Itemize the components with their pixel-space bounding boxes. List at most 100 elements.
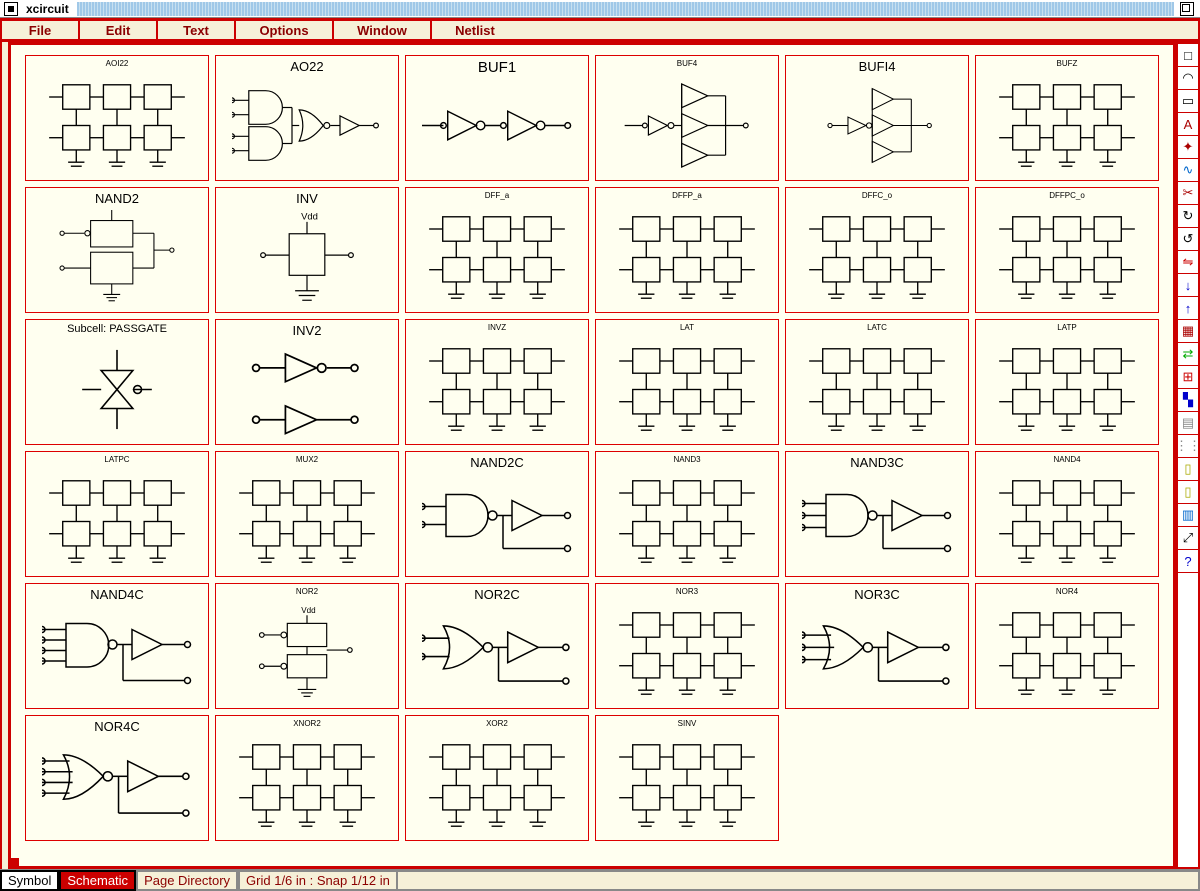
library-cell-nor2[interactable]: NOR2 [215, 583, 399, 709]
titlebar: xcircuit [0, 0, 1200, 18]
status-symbol-button[interactable]: Symbol [0, 870, 59, 891]
cell-schematic [28, 469, 206, 573]
cell-schematic [408, 205, 586, 309]
cell-schematic [598, 337, 776, 441]
cell-schematic [28, 601, 206, 705]
library-cell-aoi22[interactable]: AOI22 [25, 55, 209, 181]
library-cell-mux2[interactable]: MUX2 [215, 451, 399, 577]
page1-tool[interactable]: ▯ [1178, 458, 1198, 481]
flip-h-tool[interactable]: ⇋ [1178, 251, 1198, 274]
status-page-directory[interactable]: Page Directory [136, 870, 238, 891]
cell-label: INVZ [488, 323, 506, 337]
library-cell-nand4c[interactable]: NAND4C [25, 583, 209, 709]
library-cell-latp[interactable]: LATP [975, 319, 1159, 445]
library-cell-nor4[interactable]: NOR4 [975, 583, 1159, 709]
library-cell-nand3[interactable]: NAND3 [595, 451, 779, 577]
window-menu-icon[interactable] [4, 2, 18, 16]
palette-tool[interactable]: ▚ [1178, 389, 1198, 412]
library-cell-ao22[interactable]: AO22 [215, 55, 399, 181]
menu-edit[interactable]: Edit [78, 19, 158, 41]
library-cell-buf4[interactable]: BUF4 [595, 55, 779, 181]
star-tool[interactable]: ✦ [1178, 136, 1198, 159]
library-cell-inv2[interactable]: INV2 [215, 319, 399, 445]
tool-column: □◠▭A✦∿✂↻↺⇋↓↑▦⇄⊞▚▤⋮⋮▯▯▥⤢? [1176, 42, 1200, 869]
library-cell-bufi4[interactable]: BUFI4 [785, 55, 969, 181]
cell-schematic [218, 73, 396, 177]
maximize-icon[interactable] [1180, 2, 1194, 16]
arrow-up-tool[interactable]: ↑ [1178, 297, 1198, 320]
grid-tool[interactable]: ▤ [1178, 412, 1198, 435]
library-cell-nand3c[interactable]: NAND3C [785, 451, 969, 577]
cell-schematic [218, 733, 396, 837]
library-cell-nor3c[interactable]: NOR3C [785, 583, 969, 709]
library-cell-nor4c[interactable]: NOR4C [25, 715, 209, 841]
library-cell-dffc_o[interactable]: DFFC_o [785, 187, 969, 313]
library-cell-latpc[interactable]: LATPC [25, 451, 209, 577]
menu-file[interactable]: File [0, 19, 80, 41]
library-cell-xnor2[interactable]: XNOR2 [215, 715, 399, 841]
cell-label: LATP [1057, 323, 1076, 337]
menu-window[interactable]: Window [332, 19, 432, 41]
cell-schematic [28, 73, 206, 177]
text-tool[interactable]: A [1178, 113, 1198, 136]
library-cell-nor3[interactable]: NOR3 [595, 583, 779, 709]
library-cell-inv[interactable]: INV [215, 187, 399, 313]
cell-label: INV2 [293, 323, 322, 337]
statusbar: Symbol Schematic Page Directory Grid 1/6… [0, 869, 1200, 891]
library-cell-dffpc_o[interactable]: DFFPC_o [975, 187, 1159, 313]
library-cell-nand4[interactable]: NAND4 [975, 451, 1159, 577]
cell-label: DFFC_o [862, 191, 892, 205]
cell-schematic [408, 337, 586, 441]
status-schematic-button[interactable]: Schematic [59, 870, 136, 891]
cell-schematic [408, 469, 586, 573]
spline-tool[interactable]: ∿ [1178, 159, 1198, 182]
rotate-ccw-tool[interactable]: ↺ [1178, 228, 1198, 251]
cell-label: Subcell: PASSGATE [67, 323, 167, 337]
cell-label: BUFZ [1057, 59, 1078, 73]
book-tool[interactable]: ▥ [1178, 504, 1198, 527]
library-cell-subcellpassgate[interactable]: Subcell: PASSGATE [25, 319, 209, 445]
dots-tool[interactable]: ⋮⋮ [1178, 435, 1198, 458]
library-cell-invz[interactable]: INVZ [405, 319, 589, 445]
library-cell-xor2[interactable]: XOR2 [405, 715, 589, 841]
wire-tool[interactable]: □ [1178, 44, 1198, 67]
menubar-spacer [518, 19, 1200, 41]
menu-text[interactable]: Text [156, 19, 236, 41]
arc-tool[interactable]: ◠ [1178, 67, 1198, 90]
menu-options[interactable]: Options [234, 19, 334, 41]
cell-schematic [218, 337, 396, 441]
library-cell-nor2c[interactable]: NOR2C [405, 583, 589, 709]
library-cell-lat[interactable]: LAT [595, 319, 779, 445]
cell-schematic [28, 337, 206, 441]
group-tool[interactable]: ⊞ [1178, 366, 1198, 389]
zoom-tool[interactable]: ⤢ [1178, 527, 1198, 550]
library-cell-buf1[interactable]: BUF1 [405, 55, 589, 181]
box-tool[interactable]: ▭ [1178, 90, 1198, 113]
cell-schematic [598, 73, 776, 177]
help-tool[interactable]: ? [1178, 550, 1198, 573]
cell-schematic [408, 733, 586, 837]
library-cell-dffp_a[interactable]: DFFP_a [595, 187, 779, 313]
canvas[interactable]: AOI22AO22BUF1BUF4BUFI4BUFZNAND2INVDFF_aD… [8, 42, 1176, 869]
mirror-tool[interactable]: ⇄ [1178, 343, 1198, 366]
left-gutter [0, 42, 8, 869]
library-cell-nand2c[interactable]: NAND2C [405, 451, 589, 577]
page2-tool[interactable]: ▯ [1178, 481, 1198, 504]
library-cell-dff_a[interactable]: DFF_a [405, 187, 589, 313]
cell-schematic [978, 205, 1156, 309]
titlebar-stripe [77, 2, 1174, 16]
arrow-down-tool[interactable]: ↓ [1178, 274, 1198, 297]
cut-tool[interactable]: ✂ [1178, 182, 1198, 205]
origin-marker [9, 858, 19, 868]
cell-label: BUF1 [478, 59, 516, 73]
cell-label: AO22 [290, 59, 323, 73]
library-cell-nand2[interactable]: NAND2 [25, 187, 209, 313]
library-cell-latc[interactable]: LATC [785, 319, 969, 445]
rotate-cw-tool[interactable]: ↻ [1178, 205, 1198, 228]
library-cell-bufz[interactable]: BUFZ [975, 55, 1159, 181]
cell-label: NAND4C [90, 587, 143, 601]
cell-schematic [788, 601, 966, 705]
library-cell-sinv[interactable]: SINV [595, 715, 779, 841]
menu-netlist[interactable]: Netlist [430, 19, 520, 41]
library-tool[interactable]: ▦ [1178, 320, 1198, 343]
